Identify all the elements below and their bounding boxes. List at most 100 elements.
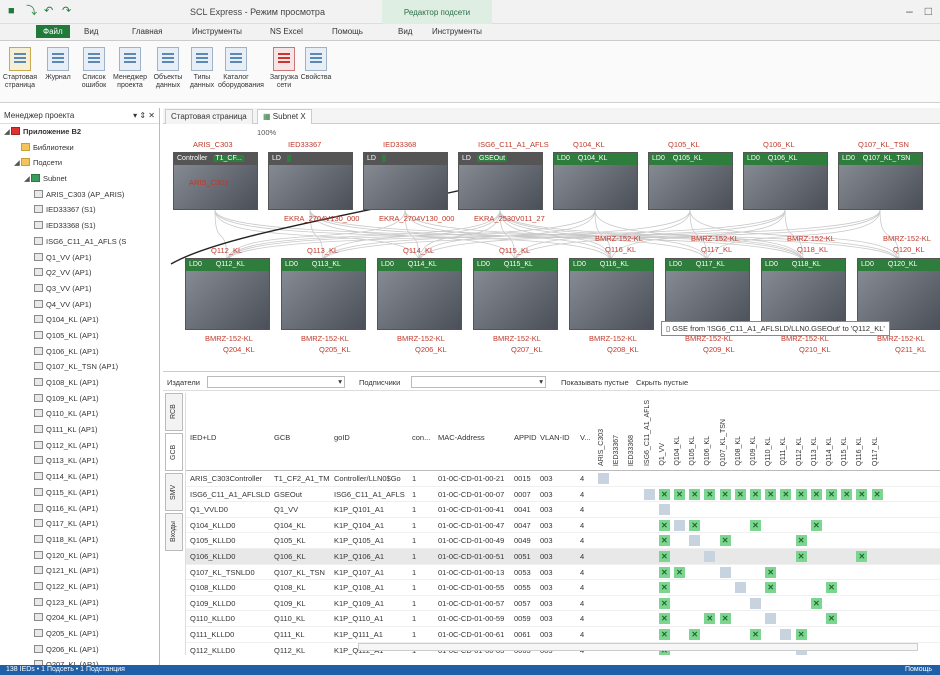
- subscription-mark[interactable]: ✕: [826, 582, 837, 594]
- ied-node[interactable]: LD0 Q112_KL: [185, 258, 270, 330]
- tab-home[interactable]: Главная: [128, 26, 166, 37]
- ribbon-button-0[interactable]: Стартовая страница: [2, 47, 38, 90]
- subscription-mark[interactable]: ✕: [704, 488, 716, 500]
- column-header[interactable]: con...: [412, 433, 430, 442]
- ied-node[interactable]: LD: [363, 152, 448, 210]
- column-header[interactable]: APPID: [514, 433, 537, 442]
- tab-ns-excel[interactable]: NS Excel: [266, 26, 307, 37]
- ied-node[interactable]: LD0 Q114_KL: [377, 258, 462, 330]
- tree-item[interactable]: Q111_KL (AP1): [0, 422, 159, 438]
- subscription-mark[interactable]: ✕: [826, 488, 837, 500]
- tab-smv[interactable]: SMV: [165, 473, 183, 511]
- subscription-mark[interactable]: ✕: [658, 566, 670, 578]
- subscription-mark[interactable]: ✕: [658, 628, 670, 640]
- subscription-mark[interactable]: ✕: [658, 613, 670, 625]
- subscription-mark[interactable]: ✕: [765, 566, 777, 578]
- ied-node[interactable]: LD0 Q106_KL: [743, 152, 828, 210]
- hide-empty-link[interactable]: Скрыть пустые: [636, 378, 688, 387]
- minimize-icon[interactable]: –: [906, 4, 913, 18]
- tab-help[interactable]: Помощь: [328, 26, 367, 37]
- tree-item[interactable]: Q105_KL (AP1): [0, 328, 159, 344]
- subscription-mark[interactable]: ✕: [674, 566, 685, 578]
- table-row[interactable]: Q1_VVLD0 Q1_VV K1P_Q101_A1 1 01-0C-CD-01-00-…: [186, 502, 940, 518]
- ribbon-button-4[interactable]: Объекты данных: [150, 47, 186, 90]
- horizontal-scrollbar[interactable]: [358, 643, 918, 651]
- tree-item[interactable]: Q204_KL (AP1): [0, 610, 159, 626]
- tab-tools[interactable]: Инструменты: [188, 26, 246, 37]
- subscription-mark[interactable]: ✕: [658, 597, 670, 609]
- ied-node[interactable]: LD: [268, 152, 353, 210]
- tree-item[interactable]: Q108_KL (AP1): [0, 375, 159, 391]
- tree-item[interactable]: Q115_KL (AP1): [0, 485, 159, 501]
- subscription-mark[interactable]: ✕: [719, 535, 731, 547]
- subscription-mark[interactable]: ✕: [810, 488, 822, 500]
- table-row[interactable]: Q106_KLLD0 Q106_KL K1P_Q106_A1 1 01-0C-CD-01…: [186, 548, 940, 565]
- subscription-mark[interactable]: ✕: [658, 535, 670, 547]
- subscription-mark[interactable]: ✕: [750, 519, 761, 531]
- tree-item[interactable]: ◢ Subnet: [0, 171, 159, 187]
- subnet-diagram[interactable]: 100% ARIS_C303 Controller T1_CF... ARIS_C30…: [163, 124, 940, 372]
- tree-item[interactable]: Q123_KL (AP1): [0, 595, 159, 611]
- tab-rcb[interactable]: RCB: [165, 393, 183, 431]
- ied-node[interactable]: LD0 Q118_KL: [761, 258, 846, 330]
- tab-subnet[interactable]: ▦ Subnet X: [257, 109, 312, 124]
- tree-item[interactable]: Q2_VV (AP1): [0, 265, 159, 281]
- tree-item[interactable]: Q117_KL (AP1): [0, 516, 159, 532]
- ied-node[interactable]: LD0 Q104_KL: [553, 152, 638, 210]
- ied-node[interactable]: LD0 Q113_KL: [281, 258, 366, 330]
- show-empty-link[interactable]: Показывать пустые: [561, 378, 629, 387]
- tree-item[interactable]: ◢ Подсети: [0, 155, 159, 171]
- column-header[interactable]: MAC-Address: [438, 433, 485, 442]
- subscription-mark[interactable]: ✕: [810, 597, 822, 609]
- subscription-mark[interactable]: ✕: [658, 550, 670, 562]
- table-row[interactable]: Q109_KLLD0 Q109_KL K1P_Q109_A1 1 01-0C-CD-01…: [186, 596, 940, 612]
- panel-controls[interactable]: ▾ ⇕ ✕: [133, 111, 155, 120]
- tree-item[interactable]: Q205_KL (AP1): [0, 626, 159, 642]
- tree-item[interactable]: Q3_VV (AP1): [0, 281, 159, 297]
- subscription-mark[interactable]: ✕: [795, 628, 807, 640]
- ied-node[interactable]: LD0 Q120_KL: [857, 258, 940, 330]
- status-help[interactable]: Помощь: [905, 665, 932, 675]
- tab-start-page[interactable]: Стартовая страница: [165, 109, 253, 124]
- subscription-mark[interactable]: ✕: [856, 550, 868, 562]
- ribbon-button-8[interactable]: Свойства: [298, 47, 334, 82]
- ribbon-button-2[interactable]: Список ошибок: [76, 47, 112, 90]
- ribbon-button-5[interactable]: Типы данных: [184, 47, 220, 90]
- table-row[interactable]: Q110_KLLD0 Q110_KL K1P_Q110_A1 1 01-0C-CD-01…: [186, 611, 940, 627]
- subscription-mark[interactable]: ✕: [795, 488, 807, 500]
- expand-arrow-icon[interactable]: ◢: [24, 171, 31, 187]
- column-header[interactable]: GCB: [274, 433, 290, 442]
- ribbon-button-3[interactable]: Менеджер проекта: [112, 47, 148, 90]
- tree-item[interactable]: ARIS_C303 (AP_ARIS): [0, 187, 159, 203]
- table-row[interactable]: ISG6_C11_A1_AFLSLD GSEOut ISG6_C11_A1_AFLS…: [186, 487, 940, 503]
- tree-item[interactable]: Q114_KL (AP1): [0, 469, 159, 485]
- tree-item[interactable]: Q112_KL (AP1): [0, 438, 159, 454]
- ribbon-button-1[interactable]: Журнал: [40, 47, 76, 82]
- tree-item[interactable]: Библиотеки: [0, 140, 159, 156]
- column-header[interactable]: goID: [334, 433, 350, 442]
- tree-item[interactable]: Q109_KL (AP1): [0, 391, 159, 407]
- tab-subnet-view[interactable]: Вид: [394, 26, 416, 37]
- tree-item[interactable]: ◢ Приложение B2: [0, 124, 159, 140]
- ied-node[interactable]: LD GSEOut: [458, 152, 543, 210]
- table-row[interactable]: Q108_KLLD0 Q108_KL K1P_Q108_A1 1 01-0C-CD-01…: [186, 580, 940, 596]
- tree-item[interactable]: IED33368 (S1): [0, 218, 159, 234]
- tree-item[interactable]: Q120_KL (AP1): [0, 548, 159, 564]
- tree-item[interactable]: Q116_KL (AP1): [0, 501, 159, 517]
- subscription-mark[interactable]: ✕: [719, 613, 731, 625]
- ied-node[interactable]: LD0 Q116_KL: [569, 258, 654, 330]
- column-header[interactable]: V...: [580, 433, 591, 442]
- ied-node[interactable]: LD0 Q115_KL: [473, 258, 558, 330]
- subscription-mark[interactable]: ✕: [704, 613, 716, 625]
- subscription-mark[interactable]: ✕: [750, 488, 761, 500]
- tree-item[interactable]: Q121_KL (AP1): [0, 563, 159, 579]
- ied-node[interactable]: LD0 Q105_KL: [648, 152, 733, 210]
- ied-node[interactable]: LD0 Q117_KL: [665, 258, 750, 330]
- subscription-mark[interactable]: ✕: [689, 488, 701, 500]
- subscribers-dropdown[interactable]: ▾: [411, 376, 546, 388]
- subscription-mark[interactable]: ✕: [674, 488, 685, 500]
- subscription-mark[interactable]: ✕: [795, 550, 807, 562]
- subscription-mark[interactable]: ✕: [810, 519, 822, 531]
- subscription-mark[interactable]: ✕: [780, 488, 792, 500]
- subscription-mark[interactable]: ✕: [658, 519, 670, 531]
